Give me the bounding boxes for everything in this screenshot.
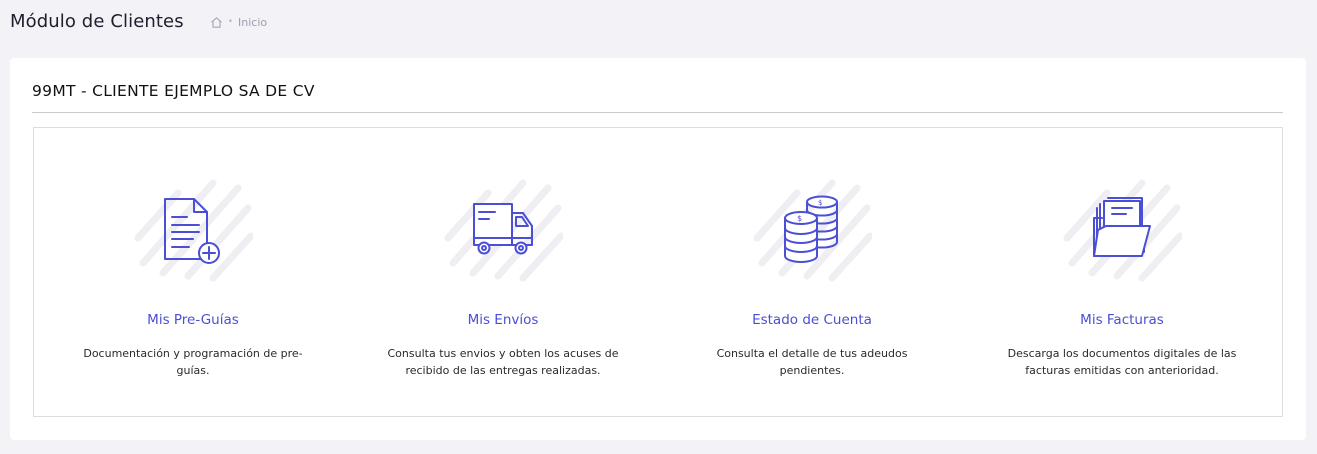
document-add-icon: [133, 168, 253, 288]
breadcrumb-separator: •: [227, 17, 234, 27]
module-envios[interactable]: Mis Envíos Consulta tus envios y obten l…: [368, 168, 638, 379]
coins-icon: $ $: [752, 168, 872, 288]
folder-documents-icon: [1062, 168, 1182, 288]
module-description: Consulta el detalle de tus adeudos pendi…: [716, 347, 908, 377]
page-header: Módulo de Clientes • Inicio: [10, 11, 267, 32]
home-icon[interactable]: [210, 16, 223, 29]
client-card: 99MT - CLIENTE EJEMPLO SA DE CV Mis Pre-…: [10, 58, 1306, 440]
module-description: Consulta tus envios y obten los acuses d…: [387, 347, 619, 377]
module-facturas[interactable]: Mis Facturas Descarga los documentos dig…: [987, 168, 1257, 379]
module-description: Documentación y programación de pre-guía…: [83, 347, 303, 377]
card-divider: [32, 112, 1283, 113]
module-title: Estado de Cuenta: [752, 312, 872, 328]
module-title: Mis Pre-Guías: [147, 312, 239, 328]
breadcrumb-inicio[interactable]: Inicio: [238, 16, 267, 29]
module-title: Mis Envíos: [467, 312, 539, 328]
svg-text:$: $: [818, 199, 822, 207]
breadcrumb: • Inicio: [210, 16, 267, 29]
modules-panel: Mis Pre-Guías Documentación y programaci…: [33, 127, 1283, 417]
module-pre-guias[interactable]: Mis Pre-Guías Documentación y programaci…: [58, 168, 328, 379]
module-title: Mis Facturas: [1080, 312, 1164, 328]
client-name-title: 99MT - CLIENTE EJEMPLO SA DE CV: [32, 82, 315, 100]
truck-icon: [443, 168, 563, 288]
svg-text:$: $: [797, 214, 802, 223]
module-estado-cuenta[interactable]: $ $ Estado de Cuenta Consulta el detalle…: [677, 168, 947, 379]
page-title: Módulo de Clientes: [10, 11, 184, 32]
module-description: Descarga los documentos digitales de las…: [1007, 347, 1237, 377]
